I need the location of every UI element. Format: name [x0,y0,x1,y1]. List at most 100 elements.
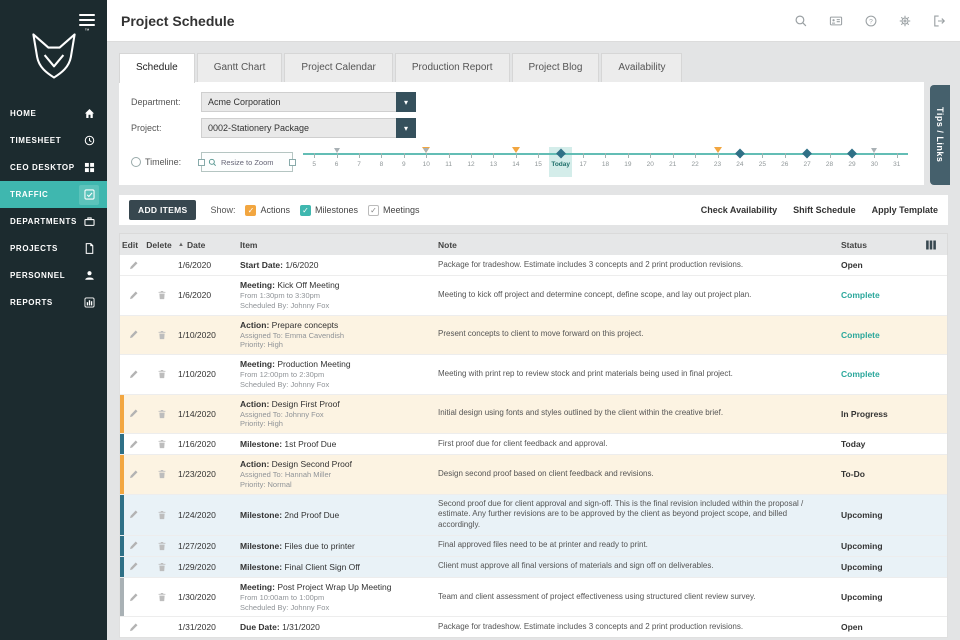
status-badge: Open [841,622,921,632]
status-badge: In Progress [841,409,921,419]
sidebar: ™ HOME TIMESHEET CEO DESKTOP TRAFFIC DEP… [0,0,107,640]
delete-icon[interactable] [146,468,178,480]
tab-project-calendar[interactable]: Project Calendar [284,53,392,82]
chevron-down-icon[interactable]: ▾ [396,118,416,138]
sign-out-icon[interactable] [932,14,946,28]
delete-icon[interactable] [146,329,178,341]
chevron-down-icon[interactable]: ▾ [396,92,416,112]
table-row: 1/31/2020 Due Date: 1/31/2020 Package fo… [120,617,947,637]
edit-icon[interactable] [120,260,146,271]
timeline-tick: 30 [863,147,885,177]
tab-schedule[interactable]: Schedule [119,53,195,83]
edit-icon[interactable] [120,369,146,380]
tab-production-report[interactable]: Production Report [395,53,510,82]
department-select[interactable]: Acme Corporation ▾ [201,92,416,112]
table-row: 1/14/2020 Action: Design First Proof Ass… [120,395,947,435]
item-title: Final Client Sign Off [284,562,359,572]
edit-icon[interactable] [120,561,146,572]
edit-icon[interactable] [120,439,146,450]
main-content: Schedule Gantt Chart Project Calendar Pr… [107,43,960,640]
sidebar-item-home[interactable]: HOME [0,100,107,127]
filter-actions-checkbox[interactable]: ✓ Actions [245,205,290,216]
trademark-symbol: ™ [85,28,90,34]
tab-availability[interactable]: Availability [601,53,682,82]
contacts-icon[interactable] [828,14,844,28]
item-title: 1st Proof Due [284,439,336,449]
timeline-tick: 20 [639,147,661,177]
row-date: 1/10/2020 [178,369,240,379]
timeline-collapse-icon[interactable] [131,157,141,167]
sidebar-item-departments[interactable]: DEPARTMENTS [0,208,107,235]
timeline-tick: 15 [527,147,549,177]
delete-icon[interactable] [146,438,178,450]
column-picker-icon[interactable] [921,239,947,251]
timeline-tick-label: 26 [781,161,788,168]
timeline-ruler[interactable]: 5 6 7 8 9 10 11 [303,147,908,177]
timeline-tick-label: 6 [335,161,339,168]
sidebar-item-traffic[interactable]: TRAFFIC [0,181,107,208]
delete-icon[interactable] [146,289,178,301]
edit-icon[interactable] [120,329,146,340]
edit-icon[interactable] [120,622,146,633]
col-date[interactable]: ▲ Date [178,240,240,250]
delete-icon[interactable] [146,591,178,603]
shift-schedule-link[interactable]: Shift Schedule [793,205,856,215]
delete-icon[interactable] [146,561,178,573]
delete-icon[interactable] [146,408,178,420]
edit-icon[interactable] [120,540,146,551]
sidebar-item-projects[interactable]: PROJECTS [0,235,107,262]
timeline-tick-label: Today [551,161,570,168]
edit-icon[interactable] [120,290,146,301]
row-note: Present concepts to client to move forwa… [438,329,841,340]
edit-icon[interactable] [120,592,146,603]
item-type: Meeting: [240,280,275,290]
row-date: 1/16/2020 [178,439,240,449]
sidebar-item-ceo-desktop[interactable]: CEO DESKTOP [0,154,107,181]
tab-gantt-chart[interactable]: Gantt Chart [197,53,283,82]
row-item: Milestone: 2nd Proof Due [240,510,438,520]
resize-to-zoom-handle[interactable]: Resize to Zoom [201,152,293,172]
search-icon[interactable] [794,14,808,28]
edit-icon[interactable] [120,509,146,520]
sidebar-item-label: PROJECTS [10,244,58,253]
item-title: Design Second Proof [272,459,352,469]
timeline-label: Timeline: [145,157,181,167]
status-badge: Open [841,260,921,270]
edit-icon[interactable] [120,408,146,419]
timeline-tick-label: 14 [512,161,519,168]
apply-template-link[interactable]: Apply Template [872,205,938,215]
sidebar-item-reports[interactable]: REPORTS [0,289,107,316]
delete-icon[interactable] [146,509,178,521]
status-badge: Upcoming [841,541,921,551]
status-badge: Complete [841,330,921,340]
checkbox-checked-icon[interactable]: ✓ [300,205,311,216]
help-icon[interactable]: ? [864,14,878,28]
item-title: Production Meeting [277,359,350,369]
home-icon [79,104,99,124]
project-select[interactable]: 0002-Stationery Package ▾ [201,118,416,138]
filter-milestones-checkbox[interactable]: ✓ Milestones [300,205,358,216]
tips-links-tab[interactable]: Tips / Links [930,85,950,185]
timeline-tick: 17 [572,147,594,177]
checkbox-checked-icon[interactable]: ✓ [245,205,256,216]
row-date: 1/6/2020 [178,260,240,270]
status-badge: Upcoming [841,510,921,520]
filter-panel: Department: Acme Corporation ▾ Project: … [119,82,924,185]
edit-icon[interactable] [120,469,146,480]
item-title: Design First Proof [272,399,340,409]
sidebar-item-personnel[interactable]: PERSONNEL [0,262,107,289]
tab-project-blog[interactable]: Project Blog [512,53,600,82]
item-details: From 12:00pm to 2:30pm Scheduled By: Joh… [240,370,430,390]
timeline-tick-label: 19 [624,161,631,168]
sidebar-item-timesheet[interactable]: TIMESHEET [0,127,107,154]
item-details: From 1:30pm to 3:30pm Scheduled By: John… [240,291,430,311]
delete-icon[interactable] [146,540,178,552]
add-items-button[interactable]: ADD ITEMS [129,200,196,220]
sort-asc-icon[interactable]: ▲ [178,242,184,248]
filter-actions-label: Actions [260,205,290,215]
settings-gear-icon[interactable] [898,14,912,28]
check-availability-link[interactable]: Check Availability [701,205,777,215]
filter-meetings-checkbox[interactable]: ✓ Meetings [368,205,420,216]
checkbox-checked-icon[interactable]: ✓ [368,205,379,216]
delete-icon[interactable] [146,368,178,380]
